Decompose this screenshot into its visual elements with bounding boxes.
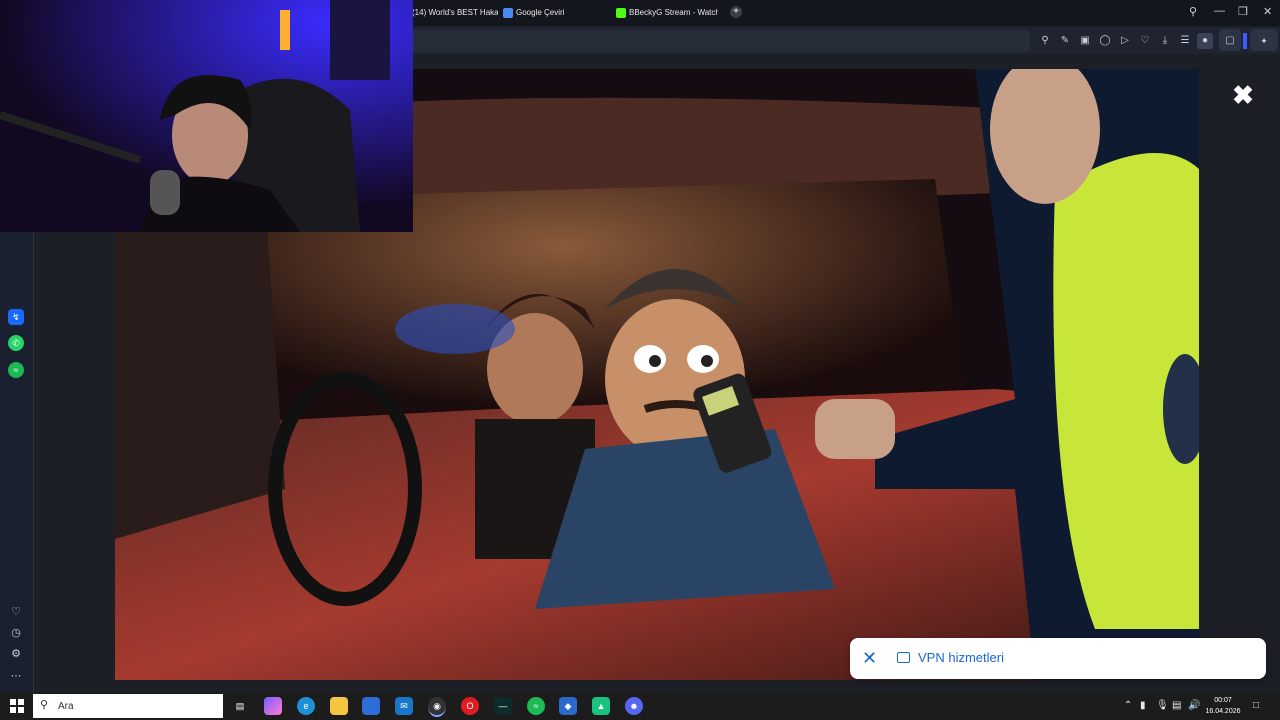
webcam-overlay <box>0 0 413 232</box>
close-window-button[interactable]: ✕ <box>1263 5 1272 18</box>
tab-kick-stream[interactable]: BBeckyG Stream - Watch L <box>616 4 718 22</box>
more-icon[interactable]: ⋯ <box>9 669 23 683</box>
tab-google-translate[interactable]: Google Çeviri <box>503 4 613 22</box>
whatsapp-icon[interactable]: ✆ <box>8 335 24 351</box>
heart-icon[interactable]: ♡ <box>9 605 23 619</box>
edit-icon[interactable]: ✎ <box>1057 33 1073 49</box>
translate-icon <box>503 7 513 18</box>
search-tabs-icon[interactable]: ⚲ <box>1189 5 1197 18</box>
clock-date: 16.04.2026 <box>1205 708 1241 715</box>
vpn-icon <box>897 652 910 663</box>
accent-indicator <box>1243 33 1247 49</box>
play-icon[interactable]: ▷ <box>1117 33 1133 49</box>
address-bar[interactable] <box>410 30 1030 52</box>
copilot-icon[interactable] <box>264 697 282 715</box>
taskbar: ⚲ Ara ▤ e ✉ ◉ O — ≈ ◆ ▲ ☻ ⌃ ▮ 🎙 ▤ 🔊 00:0… <box>0 692 1280 720</box>
app-icon[interactable]: ◆ <box>559 697 577 715</box>
minimize-button[interactable]: — <box>1214 5 1225 17</box>
menu-icon[interactable]: ☰ <box>1177 33 1193 49</box>
search-placeholder: Ara <box>58 701 74 712</box>
zoom-icon[interactable]: ⚲ <box>1037 33 1053 49</box>
terminal-icon[interactable]: — <box>494 697 512 715</box>
network-icon[interactable]: ▤ <box>1172 700 1181 711</box>
tab-label: BBeckyG Stream - Watch L <box>629 8 718 17</box>
mail-icon[interactable]: ✉ <box>395 697 413 715</box>
tab-youtube[interactable]: (14) World's BEST Haka E <box>412 4 498 22</box>
windows-start-icon[interactable] <box>10 699 24 713</box>
restore-button[interactable]: ❐ <box>1238 5 1248 18</box>
edge-icon[interactable]: e <box>297 697 315 715</box>
volume-icon[interactable]: 🔊 <box>1188 700 1200 711</box>
profile-icon[interactable]: ● <box>1197 33 1213 49</box>
search-icon: ⚲ <box>40 699 49 711</box>
spotify-icon[interactable]: ≈ <box>8 362 24 378</box>
store-icon[interactable] <box>362 697 380 715</box>
task-view-icon[interactable]: ▤ <box>231 697 249 715</box>
tab-label: (14) World's BEST Haka E <box>412 8 498 17</box>
sidebar: ↯ ✆ ≈ ♡ ◷ ⚙ ⋯ <box>0 232 34 692</box>
messenger-icon[interactable]: ↯ <box>8 309 24 325</box>
tab-label: Google Çeviri <box>516 8 565 17</box>
system-clock[interactable]: 00:07 16.04.2026 <box>1203 695 1243 717</box>
camera-icon[interactable]: ▣ <box>1077 33 1093 49</box>
discord-icon[interactable]: ☻ <box>625 697 643 715</box>
close-viewer-button[interactable]: ✖ <box>1230 82 1256 108</box>
vpn-notification: ✕ VPN hizmetleri <box>850 638 1266 679</box>
settings-icon[interactable]: ⚙ <box>9 647 23 661</box>
cube-app-icon[interactable]: ▲ <box>592 697 610 715</box>
battery-icon[interactable]: ▮ <box>1140 700 1146 711</box>
file-explorer-icon[interactable] <box>330 697 348 715</box>
ai-icon: ✦ <box>1260 36 1268 46</box>
vpn-label[interactable]: VPN hizmetleri <box>918 650 1004 665</box>
download-icon[interactable]: ⤓ <box>1157 33 1173 49</box>
cube-icon: ▢ <box>1225 35 1235 46</box>
microphone-icon[interactable]: 🎙 <box>1156 700 1169 711</box>
spotify-taskbar-icon[interactable]: ≈ <box>527 697 545 715</box>
new-tab-button[interactable]: + <box>730 6 742 18</box>
notification-center-icon[interactable]: □ <box>1253 700 1259 711</box>
history-icon[interactable]: ◷ <box>9 626 23 640</box>
heart-icon[interactable]: ♡ <box>1137 33 1153 49</box>
clock-time: 00:07 <box>1214 697 1232 704</box>
shield-icon[interactable]: ◯ <box>1097 33 1113 49</box>
taskbar-search[interactable]: ⚲ Ara <box>33 694 223 718</box>
kick-icon <box>616 7 626 18</box>
obs-icon[interactable]: ◉ <box>428 697 446 717</box>
opera-icon[interactable]: O <box>461 697 479 715</box>
close-icon[interactable]: ✕ <box>862 648 880 668</box>
chevron-up-icon[interactable]: ⌃ <box>1124 700 1132 711</box>
